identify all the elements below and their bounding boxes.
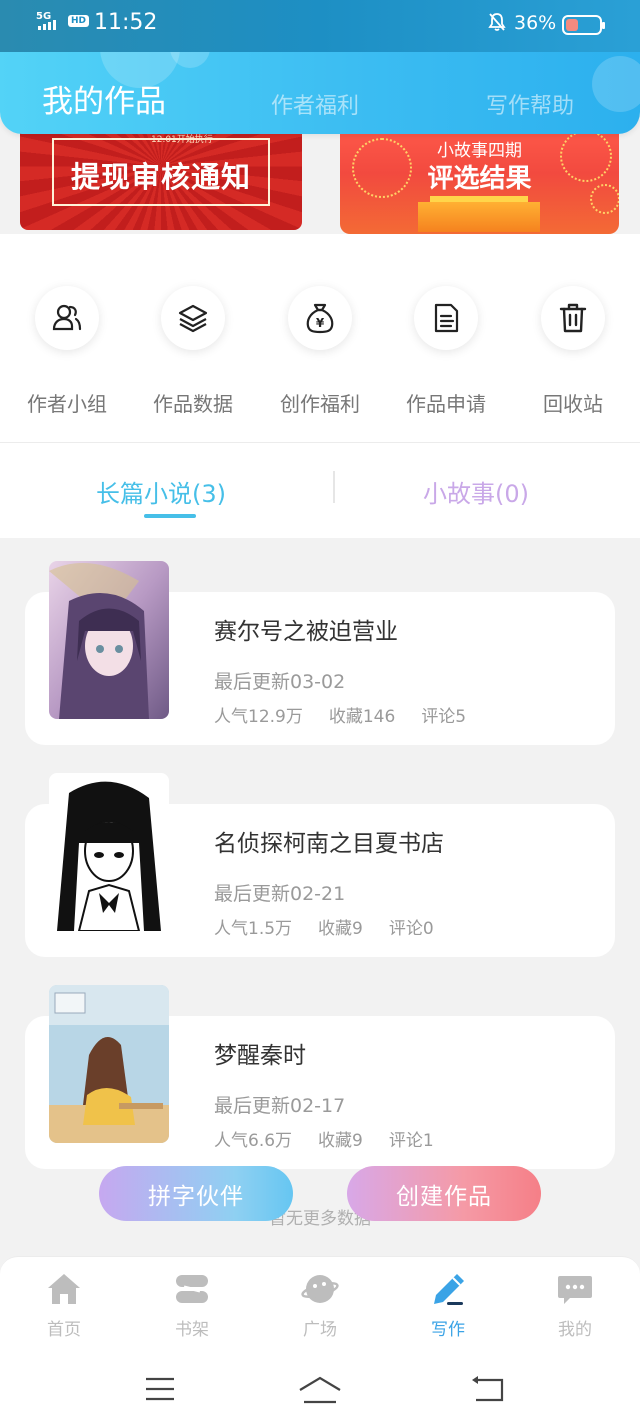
quick-action-author-group[interactable]: 作者小组 [22, 286, 112, 417]
banner-story-results[interactable]: 小故事四期 评选结果 [340, 124, 619, 234]
banner-title: 提现审核通知 [70, 160, 251, 194]
work-stats: 人气6.6万 收藏9 评论1 [214, 1126, 460, 1151]
nav-label: 我的 [558, 1320, 592, 1340]
work-stats: 人气1.5万 收藏9 评论0 [214, 914, 460, 939]
pen-icon [408, 1269, 488, 1309]
work-title: 赛尔号之被迫营业 [214, 619, 398, 645]
work-popularity: 人气6.6万 [214, 1131, 293, 1151]
battery-percent: 36% [514, 12, 557, 34]
podium-graphic [418, 202, 540, 232]
battery-icon [562, 15, 605, 35]
quick-action-work-data[interactable]: 作品数据 [148, 286, 238, 417]
quick-action-label: 回收站 [543, 392, 603, 416]
page-title[interactable]: 我的作品 [42, 76, 166, 121]
typing-partner-button[interactable]: 拼字伙伴 [99, 1166, 293, 1221]
work-favorites: 收藏9 [318, 919, 363, 939]
work-title: 梦醒秦时 [214, 1043, 306, 1069]
money-bag-icon: ¥ [288, 286, 352, 350]
work-comments: 评论5 [421, 707, 467, 727]
work-comments: 评论1 [388, 1131, 434, 1151]
work-cover-image[interactable] [49, 773, 169, 931]
nav-label: 书架 [175, 1320, 209, 1340]
work-favorites: 收藏146 [328, 707, 396, 727]
quick-action-work-application[interactable]: 作品申请 [401, 286, 491, 417]
menu-icon[interactable] [144, 1376, 176, 1406]
work-updated: 最后更新03-02 [214, 671, 346, 693]
quick-action-creation-benefits[interactable]: ¥ 创作福利 [275, 286, 365, 417]
status-bar: 5G HD 11:52 36% [0, 0, 640, 52]
layers-icon [161, 286, 225, 350]
chat-bubble-icon [535, 1269, 615, 1309]
tab-author-benefits[interactable]: 作者福利 [271, 88, 359, 120]
tab-short-stories[interactable]: 小故事(0) [423, 474, 529, 509]
top-header: 我的作品 作者福利 写作帮助 [0, 8, 640, 134]
bookshelf-icon [152, 1269, 232, 1309]
back-icon[interactable] [470, 1376, 504, 1408]
quick-action-recycle-bin[interactable]: 回收站 [528, 286, 618, 417]
work-popularity: 人气1.5万 [214, 919, 293, 939]
signal-icon [38, 20, 56, 30]
quick-action-label: 创作福利 [280, 392, 360, 416]
nav-square[interactable]: 广场 [280, 1269, 360, 1340]
document-icon [414, 286, 478, 350]
author-group-icon [35, 286, 99, 350]
banner-withdrawal-notice[interactable]: 12.01开始执行 提现审核通知 [20, 124, 302, 230]
svg-text:¥: ¥ [316, 316, 325, 330]
quick-action-label: 作品申请 [406, 392, 486, 416]
work-title: 名侦探柯南之目夏书店 [214, 831, 444, 857]
nav-label: 广场 [303, 1320, 337, 1340]
app-screen: 5G HD 11:52 36% 我的作品 作者福利 写作帮助 12.01开始执行… [0, 0, 640, 1427]
nav-write[interactable]: 写作 [408, 1269, 488, 1340]
nav-label: 首页 [47, 1320, 81, 1340]
system-nav-bar [0, 1352, 640, 1427]
list-end-text: 暂无更多数据 [269, 1209, 371, 1229]
tab-long-novels[interactable]: 长篇小说(3) [96, 474, 226, 509]
work-popularity: 人气12.9万 [214, 707, 303, 727]
clock: 11:52 [94, 10, 158, 35]
create-work-button[interactable]: 创建作品 [347, 1166, 541, 1221]
planet-icon [280, 1269, 360, 1309]
work-comments: 评论0 [388, 919, 434, 939]
quick-action-label: 作者小组 [27, 392, 107, 416]
tab-writing-help[interactable]: 写作帮助 [486, 88, 574, 120]
home-button-icon[interactable] [298, 1376, 342, 1408]
tab-indicator [144, 514, 196, 518]
nav-mine[interactable]: 我的 [535, 1269, 615, 1340]
nav-bookshelf[interactable]: 书架 [152, 1269, 232, 1340]
work-updated: 最后更新02-17 [214, 1095, 346, 1117]
divider [0, 442, 640, 443]
work-favorites: 收藏9 [318, 1131, 363, 1151]
work-cover-image[interactable] [49, 985, 169, 1143]
banner-title: 评选结果 [427, 164, 532, 194]
hd-badge: HD [68, 15, 90, 27]
nav-home[interactable]: 首页 [24, 1269, 104, 1340]
work-cover-image[interactable] [49, 561, 169, 719]
work-updated: 最后更新02-21 [214, 883, 346, 905]
tab-separator [333, 471, 335, 503]
bottom-nav: 首页 书架 广场 写作 我的 [0, 1256, 640, 1352]
home-icon [24, 1269, 104, 1309]
bell-off-icon [488, 12, 506, 37]
quick-action-label: 作品数据 [153, 392, 233, 416]
nav-label: 写作 [431, 1320, 465, 1340]
trash-icon [541, 286, 605, 350]
work-stats: 人气12.9万 收藏146 评论5 [214, 702, 492, 727]
